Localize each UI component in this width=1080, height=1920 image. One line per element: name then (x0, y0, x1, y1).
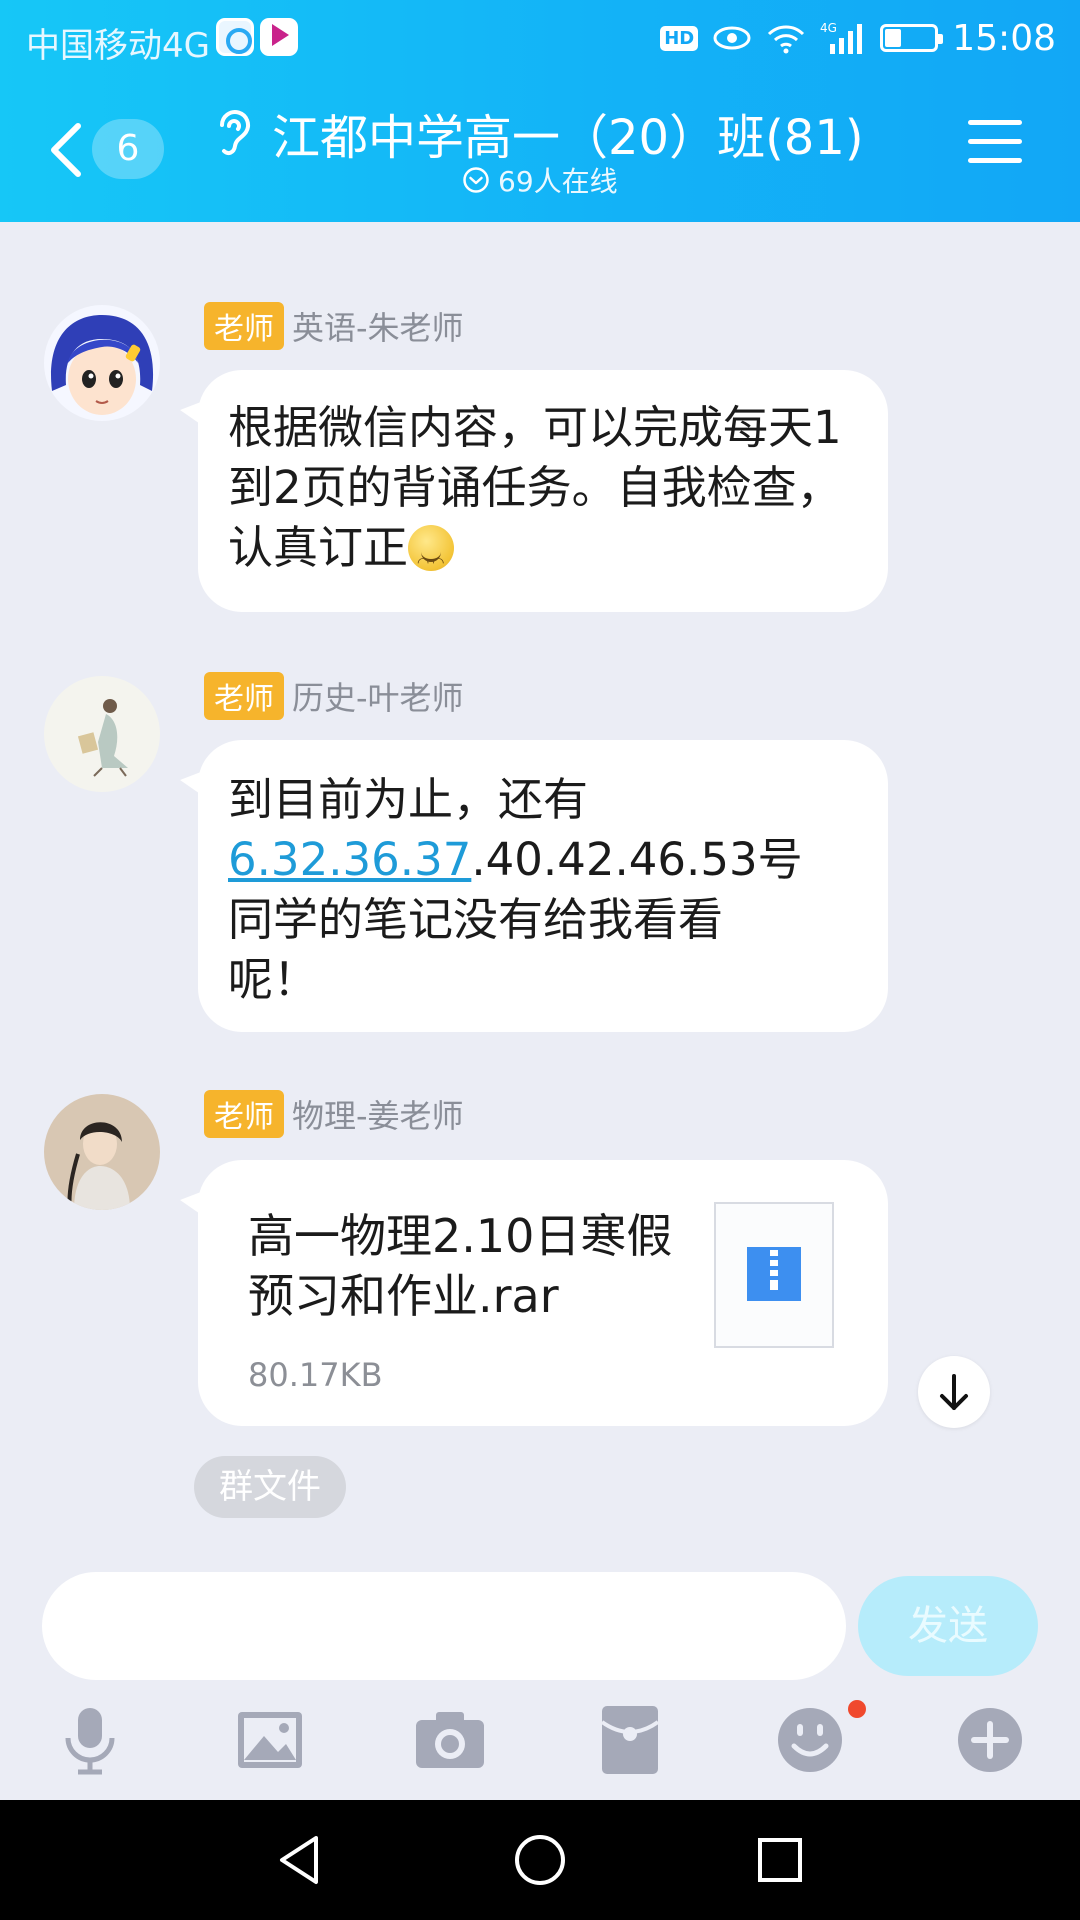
unread-count-badge[interactable]: 6 (92, 119, 164, 179)
teacher-badge: 老师 (204, 1090, 284, 1138)
message-input[interactable] (42, 1572, 846, 1680)
camera-icon[interactable] (410, 1700, 490, 1780)
arrow-down-icon (940, 1374, 968, 1410)
message-bubble[interactable]: 根据微信内容，可以完成每天1到2页的背诵任务。自我检查，认真订正 (180, 370, 888, 612)
group-files-chip[interactable]: 群文件 (194, 1456, 346, 1518)
teacher-badge: 老师 (204, 672, 284, 720)
message-text: 到目前为止，还有 6.32.36.37.40.42.46.53号 同学的笔记没有… (228, 773, 803, 1006)
online-status[interactable]: 69人在线 (462, 160, 618, 200)
nav-recents-icon[interactable] (750, 1830, 810, 1890)
sender-name[interactable]: 物理-姜老师 (292, 1091, 464, 1137)
battery-icon (880, 24, 944, 52)
file-size: 80.17KB (248, 1356, 383, 1394)
notification-dot (848, 1700, 866, 1718)
online-count: 69人在线 (498, 165, 618, 198)
avatar[interactable] (44, 676, 160, 792)
video-app-notification-icon (260, 18, 298, 56)
avatar[interactable] (44, 1094, 160, 1210)
chevron-left-icon[interactable] (44, 118, 88, 182)
message-sender: 老师 英语-朱老师 (204, 302, 464, 350)
message-bubble[interactable]: 到目前为止，还有 6.32.36.37.40.42.46.53号 同学的笔记没有… (180, 740, 888, 1032)
carrier-label: 中国移动4G (26, 26, 210, 66)
send-button[interactable]: 发送 (858, 1576, 1038, 1676)
plus-icon[interactable] (950, 1700, 1030, 1780)
clock: 15:08 (952, 17, 1056, 59)
sender-name[interactable]: 英语-朱老师 (292, 303, 464, 349)
menu-icon[interactable] (968, 120, 1022, 170)
message-text: 根据微信内容，可以完成每天1到2页的背诵任务。自我检查，认真订正 (228, 398, 858, 593)
image-icon[interactable] (230, 1700, 310, 1780)
chat-header: 中国移动4G HD 4G 15:08 6 江都中学高一（20）班(81) 69人… (0, 0, 1080, 222)
check-circle-icon (463, 167, 489, 193)
nav-back-icon[interactable] (270, 1830, 330, 1890)
cellular-signal-icon: 4G (820, 21, 863, 54)
nav-home-icon[interactable] (510, 1830, 570, 1890)
student-number-link[interactable]: 6.32.36.37 (228, 833, 471, 886)
sender-name[interactable]: 历史-叶老师 (292, 673, 464, 719)
file-name: 高一物理2.10日寒假预习和作业.rar (248, 1209, 673, 1323)
message-sender: 老师 物理-姜老师 (204, 1090, 464, 1138)
page-title: 江都中学高一（20）班(81) (272, 110, 864, 166)
system-nav-bar (0, 1800, 1080, 1920)
title-group[interactable]: 江都中学高一（20）班(81) (210, 98, 864, 168)
status-bar: 中国移动4G HD 4G 15:08 (0, 0, 1080, 76)
red-packet-icon[interactable] (590, 1700, 670, 1780)
microphone-icon[interactable] (50, 1700, 130, 1780)
message-sender: 老师 历史-叶老师 (204, 672, 464, 720)
hd-badge: HD (660, 25, 699, 51)
file-message-bubble[interactable]: 高一物理2.10日寒假预习和作业.rar 80.17KB (180, 1160, 888, 1426)
archive-file-icon (714, 1202, 834, 1348)
download-button[interactable] (918, 1356, 990, 1428)
status-icons: HD 4G 15:08 (660, 14, 1056, 62)
wifi-icon (768, 25, 805, 54)
network-type-label: 4G (820, 21, 837, 35)
avatar[interactable] (44, 305, 160, 421)
eye-icon (713, 26, 751, 50)
teacher-badge: 老师 (204, 302, 284, 350)
input-toolbar (0, 1700, 1080, 1800)
emoji-icon[interactable] (770, 1700, 850, 1780)
smile-emoji-icon (408, 525, 455, 593)
app-notification-icon (216, 18, 254, 56)
ear-icon (220, 110, 250, 156)
